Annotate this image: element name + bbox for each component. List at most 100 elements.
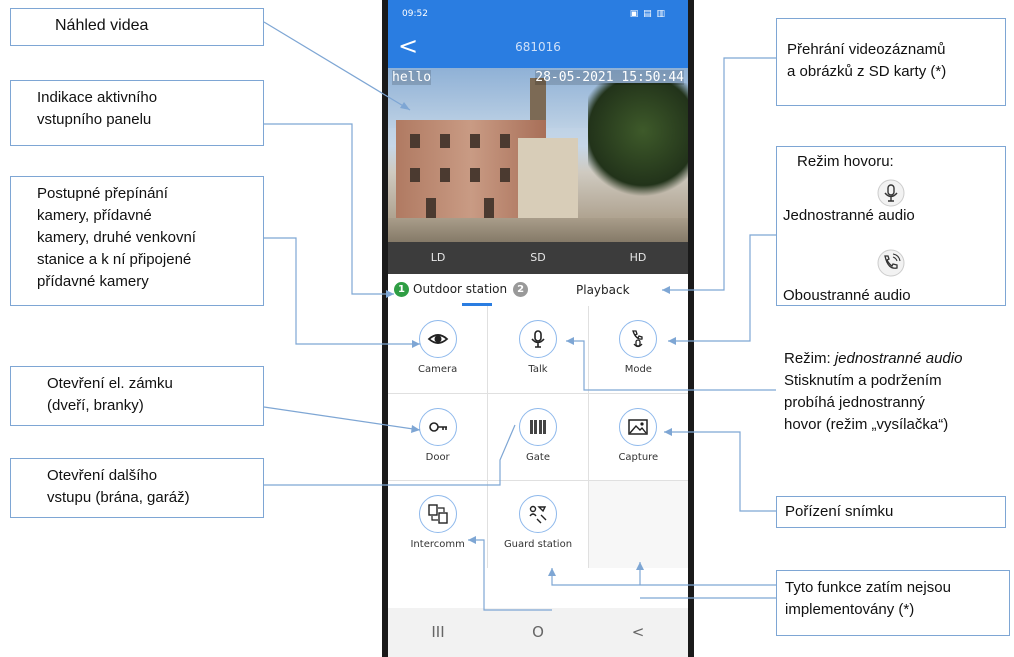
camera-tile[interactable]: Camera: [388, 306, 488, 393]
callout-indikace: Indikace aktivního vstupního panelu: [10, 80, 264, 146]
video-building-2: [518, 138, 578, 218]
callout-postupne-line-1: Postupné přepínání: [37, 185, 168, 202]
callout-postupne-line-3: kamery, druhé venkovní: [37, 229, 196, 246]
intercom-icon: [418, 495, 457, 534]
second-station-badge[interactable]: 2: [513, 282, 529, 297]
tab-playback[interactable]: Playback: [576, 283, 630, 297]
callout-nefunkce: Tyto funkce zatím nejsou implementovány …: [776, 570, 1010, 636]
station-tabs: 1 Outdoor station 2 Playback: [388, 274, 688, 306]
video-door: [426, 198, 436, 218]
callout-rezim-jedno-title: Režim: jednostranné audio: [784, 348, 998, 370]
tab-outdoor-station[interactable]: 1 Outdoor station 2: [394, 282, 532, 297]
callout-nefunkce-line-1: Tyto funkce zatím nejsou: [785, 579, 951, 596]
callout-indikace-line-1: Indikace aktivního: [37, 89, 158, 106]
callout-postupne-line-2: kamery, přídavné: [37, 207, 152, 224]
quality-bar: LD SD HD: [388, 242, 688, 274]
callout-rezim-jednostranne: Režim: jednostranné audio Stisknutím a p…: [776, 344, 1006, 458]
callout-rezim-jedno-line-2: probíhá jednostranný: [784, 394, 925, 411]
active-station-badge: 1: [394, 282, 409, 297]
callout-postupne-line-4: stanice a k ní připojené: [37, 251, 192, 268]
quality-sd-button[interactable]: SD: [488, 242, 588, 274]
device-title: 681016: [515, 40, 561, 54]
video-preview[interactable]: hello 28-05-2021 15:50:44: [388, 68, 688, 242]
gate-tile[interactable]: Gate: [488, 393, 588, 481]
door-tile[interactable]: Door: [388, 393, 488, 481]
callout-postupne-line-5: přídavné kamery: [37, 273, 149, 290]
video-window: [470, 134, 480, 148]
home-button[interactable]: O: [488, 608, 588, 657]
callout-porizeni: Pořízení snímku: [776, 496, 1006, 528]
callout-two-way-audio: Oboustranné audio: [783, 287, 911, 304]
recents-button[interactable]: III: [388, 608, 488, 657]
video-window: [470, 168, 480, 182]
microphone-icon: [877, 179, 905, 207]
callout-nahled-videa: Náhled videa: [10, 8, 264, 46]
talk-tile[interactable]: Talk: [488, 306, 588, 393]
intercomm-label: Intercomm: [410, 539, 465, 551]
app-bar: < 681016: [388, 28, 688, 68]
video-window: [410, 168, 420, 182]
callout-rezim-jedno-italic: jednostranné audio: [834, 350, 963, 367]
status-bar: 09:52 ▣ ▤ ▥: [388, 0, 688, 28]
callout-prehrani: Přehrání videozáznamů a obrázků z SD kar…: [776, 18, 1006, 106]
video-tree: [588, 83, 688, 203]
key-icon: [418, 407, 457, 446]
callout-prehrani-line-2: a obrázků z SD karty (*): [787, 63, 947, 80]
phone-screenshot: 09:52 ▣ ▤ ▥ < 681016 hello 28-05-2021 15…: [382, 0, 694, 657]
gate-label: Gate: [526, 451, 550, 463]
video-window: [410, 134, 420, 148]
status-time: 09:52: [402, 9, 428, 19]
grid-footer-space: [388, 568, 688, 608]
phone-call-icon: [877, 249, 905, 277]
callout-zamek-line-2: (dveří, branky): [47, 397, 144, 414]
back-nav-button[interactable]: <: [588, 608, 688, 657]
callout-dalsi-line-1: Otevření dalšího: [47, 467, 158, 484]
callout-rezim-jedno-prefix: Režim:: [784, 350, 835, 367]
eye-icon: [418, 320, 457, 358]
video-window: [500, 134, 510, 148]
capture-label: Capture: [618, 451, 659, 463]
signal-icons: ▣ ▤ ▥: [629, 9, 666, 19]
image-icon: [619, 407, 658, 446]
mode-label: Mode: [624, 364, 652, 375]
mode-tile[interactable]: Mode: [588, 306, 688, 393]
video-window: [500, 168, 510, 182]
callout-dalsi-vstup: Otevření dalšího vstupu (brána, garáž): [10, 458, 264, 518]
phone-mic-icon: [619, 320, 658, 358]
empty-tile: [588, 481, 688, 568]
quality-ld-button[interactable]: LD: [388, 242, 488, 274]
capture-tile[interactable]: Capture: [588, 393, 688, 481]
video-window: [440, 168, 450, 182]
guard-station-label: Guard station: [503, 539, 573, 551]
callout-rezim-jedno-line-1: Stisknutím a podržením: [784, 372, 942, 389]
tab-outdoor-label: Outdoor station: [413, 282, 508, 296]
callout-prehrani-line-1: Přehrání videozáznamů: [787, 41, 946, 58]
guard-station-tile[interactable]: Guard station: [488, 481, 588, 568]
function-grid: Camera Talk Mode Door Gate Capture Inter…: [388, 306, 688, 568]
microphone-icon: [518, 320, 557, 358]
door-label: Door: [425, 451, 450, 463]
camera-label: Camera: [418, 364, 458, 375]
video-window: [440, 134, 450, 148]
callout-one-way-audio: Jednostranné audio: [783, 207, 915, 224]
talk-label: Talk: [528, 364, 548, 375]
gate-icon: [518, 407, 557, 446]
video-door: [484, 198, 494, 218]
callout-dalsi-line-2: vstupu (brána, garáž): [47, 489, 190, 506]
callout-zamek: Otevření el. zámku (dveří, branky): [10, 366, 264, 426]
callout-porizeni-text: Pořízení snímku: [785, 503, 894, 520]
guard-icon: [518, 495, 557, 534]
osd-timestamp: 28-05-2021 15:50:44: [535, 70, 684, 85]
callout-zamek-line-1: Otevření el. zámku: [47, 375, 173, 392]
system-nav-bar: III O <: [388, 608, 688, 657]
callout-nefunkce-line-2: implementovány (*): [785, 601, 915, 618]
callout-nahled-text: Náhled videa: [55, 17, 149, 34]
callout-rezim-hovoru-title: Režim hovoru:: [797, 153, 894, 170]
line-indikace: [264, 123, 394, 295]
callout-rezim-jedno-line-3: hovor (režim „vysílačka“): [784, 416, 949, 433]
quality-hd-button[interactable]: HD: [588, 242, 688, 274]
osd-label: hello: [392, 70, 432, 85]
intercomm-tile[interactable]: Intercomm: [388, 481, 488, 568]
callout-postupne: Postupné přepínání kamery, přídavné kame…: [10, 176, 264, 306]
callout-rezim-hovoru: Režim hovoru: Jednostranné audio Oboustr…: [776, 146, 1006, 306]
